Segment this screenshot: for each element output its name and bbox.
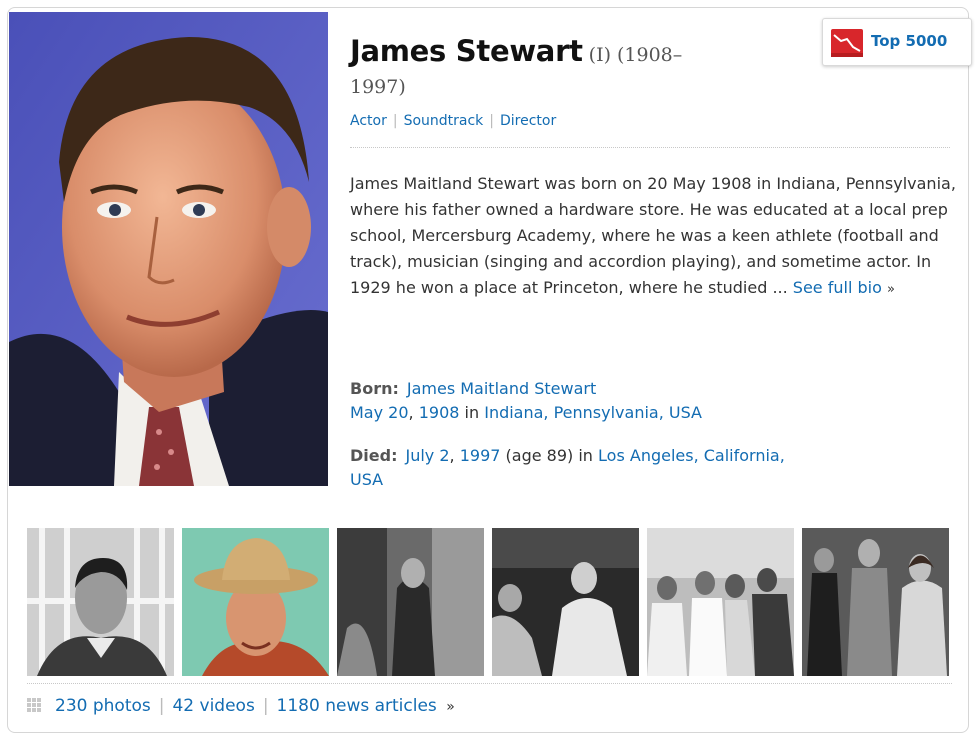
death-age: (age 89) bbox=[505, 446, 574, 465]
media-divider bbox=[27, 683, 952, 684]
birth-name-link[interactable]: James Maitland Stewart bbox=[407, 379, 596, 398]
in-text: in bbox=[464, 403, 480, 422]
job-separator: | bbox=[489, 113, 494, 129]
photo-thumbnail-4[interactable] bbox=[492, 528, 639, 676]
photo-thumbnail-3[interactable] bbox=[337, 528, 484, 676]
grid-icon bbox=[27, 698, 41, 712]
name-disambiguation: (I) bbox=[588, 44, 611, 66]
job-categories: Actor | Soundtrack | Director bbox=[350, 111, 556, 131]
starmeter-badge[interactable]: Top 5000 bbox=[822, 18, 972, 66]
date-comma: , bbox=[408, 403, 414, 422]
birth-year-link[interactable]: 1908 bbox=[419, 403, 460, 422]
mini-bio: James Maitland Stewart was born on 20 Ma… bbox=[350, 171, 956, 303]
see-full-bio-arrow: » bbox=[886, 282, 895, 297]
job-actor-link[interactable]: Actor bbox=[350, 113, 387, 129]
photo-thumbnail-1[interactable] bbox=[27, 528, 174, 676]
death-date-link[interactable]: July 2 bbox=[405, 446, 449, 465]
headshot-photo[interactable] bbox=[9, 12, 328, 486]
photos-link[interactable]: 230 photos bbox=[55, 696, 151, 716]
death-year-link[interactable]: 1997 bbox=[460, 446, 501, 465]
job-separator: | bbox=[392, 113, 398, 129]
death-info: Died: July 2, 1997 (age 89) in Los Angele… bbox=[350, 444, 950, 492]
birth-info: Born: James Maitland Stewart May 20, 1908… bbox=[350, 377, 950, 425]
header-divider bbox=[350, 147, 950, 148]
news-arrow: » bbox=[446, 699, 455, 715]
died-label: Died: bbox=[350, 446, 398, 465]
see-full-bio-link[interactable]: See full bio bbox=[793, 278, 882, 297]
name-header: James Stewart (I) (1908– bbox=[350, 28, 790, 79]
death-place-link[interactable]: Los Angeles, California, bbox=[598, 446, 785, 465]
media-links: 230 photos | 42 videos | 1180 news articles … bbox=[27, 693, 455, 720]
starmeter-label: Top 5000 bbox=[871, 32, 948, 50]
person-name: James Stewart bbox=[350, 34, 583, 68]
news-link[interactable]: 1180 news articles bbox=[277, 696, 437, 716]
starmeter-chart-icon bbox=[831, 29, 863, 57]
media-strip bbox=[27, 528, 952, 676]
in-text: in bbox=[578, 446, 593, 465]
photo-thumbnail-5[interactable] bbox=[647, 528, 794, 676]
birth-year: (1908– bbox=[617, 44, 683, 66]
job-director-link[interactable]: Director bbox=[500, 113, 556, 129]
birth-place-link[interactable]: Indiana, Pennsylvania, USA bbox=[484, 403, 702, 422]
date-comma: , bbox=[449, 446, 455, 465]
videos-link[interactable]: 42 videos bbox=[172, 696, 254, 716]
death-place-link-cont[interactable]: USA bbox=[350, 470, 383, 489]
death-year: 1997) bbox=[350, 76, 406, 98]
birth-date-link[interactable]: May 20 bbox=[350, 403, 409, 422]
media-separator: | bbox=[262, 696, 269, 716]
media-separator: | bbox=[158, 696, 165, 716]
photo-thumbnail-6[interactable] bbox=[802, 528, 949, 676]
job-soundtrack-link[interactable]: Soundtrack bbox=[404, 113, 484, 129]
born-label: Born: bbox=[350, 379, 399, 398]
photo-thumbnail-2[interactable] bbox=[182, 528, 329, 676]
